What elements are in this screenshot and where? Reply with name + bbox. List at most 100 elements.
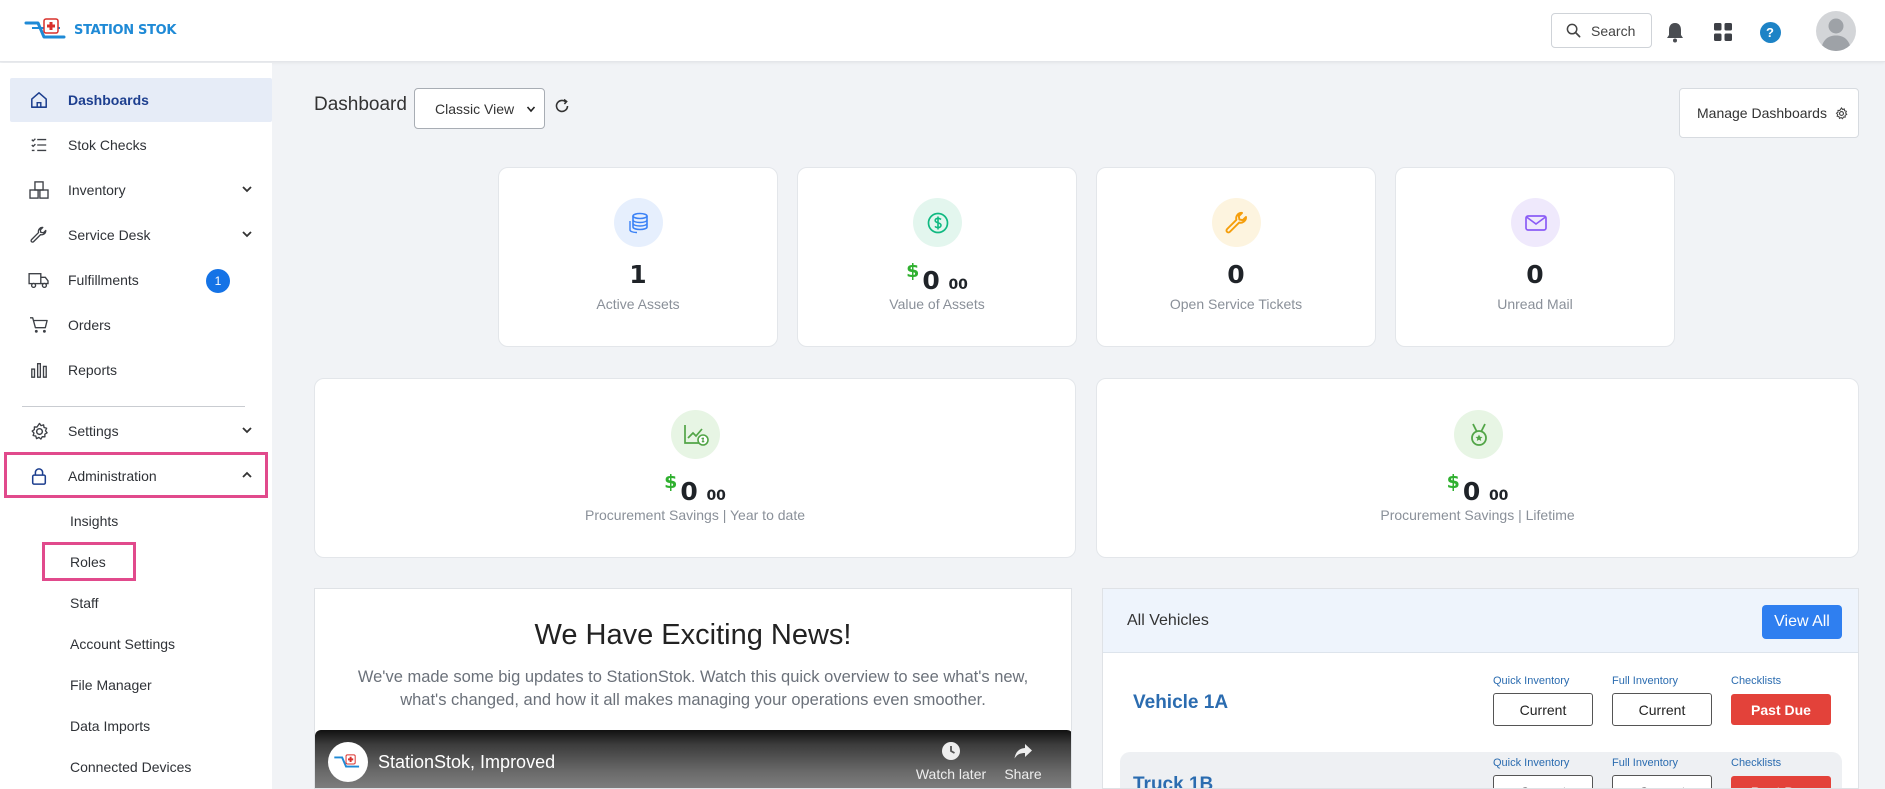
sidebar-item-orders[interactable]: Orders (10, 303, 272, 347)
column-label-quick-inventory: Quick Inventory (1493, 675, 1570, 687)
chevron-down-icon (526, 106, 536, 113)
stat-card-active-assets[interactable]: 1 Active Assets (498, 167, 778, 347)
full-inventory-status-button[interactable]: Current (1612, 775, 1712, 788)
checklist-icon (28, 134, 50, 156)
checklists-status-button[interactable]: Past Due (1731, 776, 1831, 788)
stat-value-cents: 00 (948, 277, 968, 293)
logo-mark-icon (334, 754, 360, 768)
savings-chart-icon (671, 410, 720, 459)
sidebar-item-label: Inventory (68, 182, 126, 198)
sidebar-item-stok-checks[interactable]: Stok Checks (10, 123, 272, 167)
truck-icon (28, 269, 50, 291)
logo-mark-icon (24, 18, 66, 39)
checklists-status-button[interactable]: Past Due (1731, 694, 1831, 725)
fulfillments-count-badge: 1 (206, 269, 230, 293)
page-title: Dashboard (314, 94, 407, 115)
sidebar-item-label: Orders (68, 317, 111, 333)
help-icon[interactable]: ? (1758, 20, 1782, 44)
sidebar-subitem-insights[interactable]: Insights (70, 513, 118, 529)
sidebar-subitem-data-imports[interactable]: Data Imports (70, 718, 150, 734)
medal-icon (1454, 410, 1503, 459)
manage-dashboards-button[interactable]: Manage Dashboards (1679, 88, 1859, 138)
gear-icon (28, 420, 50, 442)
sidebar-item-label: Stok Checks (68, 137, 147, 153)
sidebar-divider (22, 406, 245, 407)
sidebar-subitem-staff[interactable]: Staff (70, 595, 99, 611)
stat-value-amount: 0 (1462, 477, 1481, 506)
brand-logo[interactable]: STATION STOK (24, 17, 177, 43)
column-label-checklists: Checklists (1731, 675, 1782, 687)
bar-chart-icon (28, 359, 50, 381)
refresh-icon[interactable] (554, 98, 570, 114)
watch-later-label: Watch later (915, 766, 987, 782)
sidebar-item-inventory[interactable]: Inventory (10, 168, 272, 212)
news-title: We Have Exciting News! (534, 619, 852, 651)
manage-dashboards-label: Manage Dashboards (1697, 105, 1827, 121)
quick-inventory-status-button[interactable]: Current (1493, 775, 1593, 788)
boxes-icon (28, 179, 50, 201)
video-player[interactable]: StationStok, Improved Watch later Share (315, 730, 1071, 788)
sidebar-subitem-account-settings[interactable]: Account Settings (70, 636, 175, 652)
sidebar-subitem-file-manager[interactable]: File Manager (70, 677, 152, 693)
share-label: Share (1004, 766, 1042, 782)
full-inventory-status-button[interactable]: Current (1612, 693, 1712, 726)
stat-value: 0 (1526, 260, 1544, 289)
roles-highlight-box (42, 542, 136, 581)
stat-card-open-service-tickets[interactable]: 0 Open Service Tickets (1096, 167, 1376, 347)
share-arrow-icon (1014, 744, 1032, 759)
sidebar-item-label: Fulfillments (68, 272, 139, 288)
stat-value: $0 00 (315, 471, 1075, 506)
home-icon (28, 89, 50, 111)
vehicle-row: Truck 1B Quick Inventory Full Inventory … (1120, 752, 1842, 788)
sidebar-item-settings[interactable]: Settings (10, 409, 272, 453)
coins-stack-icon (614, 198, 663, 247)
sidebar-item-label: Dashboards (68, 92, 149, 108)
stat-card-value-of-assets[interactable]: $0 00 Value of Assets (797, 167, 1077, 347)
help-label: ? (1759, 21, 1781, 43)
savings-card-lifetime[interactable]: $0 00 Procurement Savings | Lifetime (1096, 378, 1859, 558)
search-icon (1566, 23, 1581, 38)
stat-value-cents: 00 (706, 488, 726, 504)
stat-label: Active Assets (596, 296, 680, 312)
sidebar-item-reports[interactable]: Reports (10, 348, 272, 392)
sidebar-item-fulfillments[interactable]: Fulfillments 1 (10, 258, 272, 302)
watch-later-button[interactable]: Watch later (911, 740, 991, 782)
user-avatar[interactable] (1816, 11, 1856, 51)
stat-value-amount: 0 (922, 266, 940, 295)
sidebar-item-label: Service Desk (68, 227, 151, 243)
vehicle-row: Vehicle 1A Quick Inventory Full Inventor… (1120, 670, 1842, 746)
notifications-bell-icon[interactable] (1663, 20, 1687, 44)
stat-label: Value of Assets (889, 296, 985, 312)
savings-card-year-to-date[interactable]: $0 00 Procurement Savings | Year to date (314, 378, 1076, 558)
vehicle-name-link[interactable]: Truck 1B (1133, 774, 1213, 788)
dashboard-view-select[interactable]: Classic View (414, 88, 545, 129)
stat-value-cents: 00 (1488, 488, 1509, 504)
sidebar-item-label: Reports (68, 362, 118, 378)
currency-symbol: $ (1446, 471, 1460, 493)
column-label-full-inventory: Full Inventory (1612, 675, 1679, 687)
user-silhouette-icon (1821, 18, 1851, 51)
video-title[interactable]: StationStok, Improved (378, 752, 555, 773)
stat-value: $0 00 (798, 260, 1076, 295)
sidebar-item-dashboards[interactable]: Dashboards (10, 78, 272, 122)
sidebar-item-service-desk[interactable]: Service Desk (10, 213, 272, 257)
share-button[interactable]: Share (983, 740, 1063, 782)
currency-symbol: $ (906, 260, 920, 282)
channel-logo[interactable] (328, 742, 368, 782)
wrench-icon (1212, 198, 1261, 247)
vehicles-card-header: All Vehicles View All (1103, 589, 1858, 653)
quick-inventory-status-button[interactable]: Current (1493, 693, 1593, 726)
search-label: Search (1591, 22, 1636, 39)
cart-icon (28, 314, 50, 336)
stat-value: 0 (1227, 260, 1245, 289)
column-label-checklists: Checklists (1731, 757, 1782, 769)
apps-grid-icon[interactable] (1711, 20, 1735, 44)
chevron-down-icon (242, 427, 252, 434)
stat-label: Procurement Savings | Lifetime (1380, 507, 1575, 523)
sidebar-subitem-connected-devices[interactable]: Connected Devices (70, 759, 191, 775)
stat-label: Unread Mail (1497, 296, 1573, 312)
stat-card-unread-mail[interactable]: 0 Unread Mail (1395, 167, 1675, 347)
vehicle-name-link[interactable]: Vehicle 1A (1133, 692, 1228, 714)
search-button[interactable]: Search (1551, 13, 1652, 48)
view-all-button[interactable]: View All (1762, 605, 1842, 639)
